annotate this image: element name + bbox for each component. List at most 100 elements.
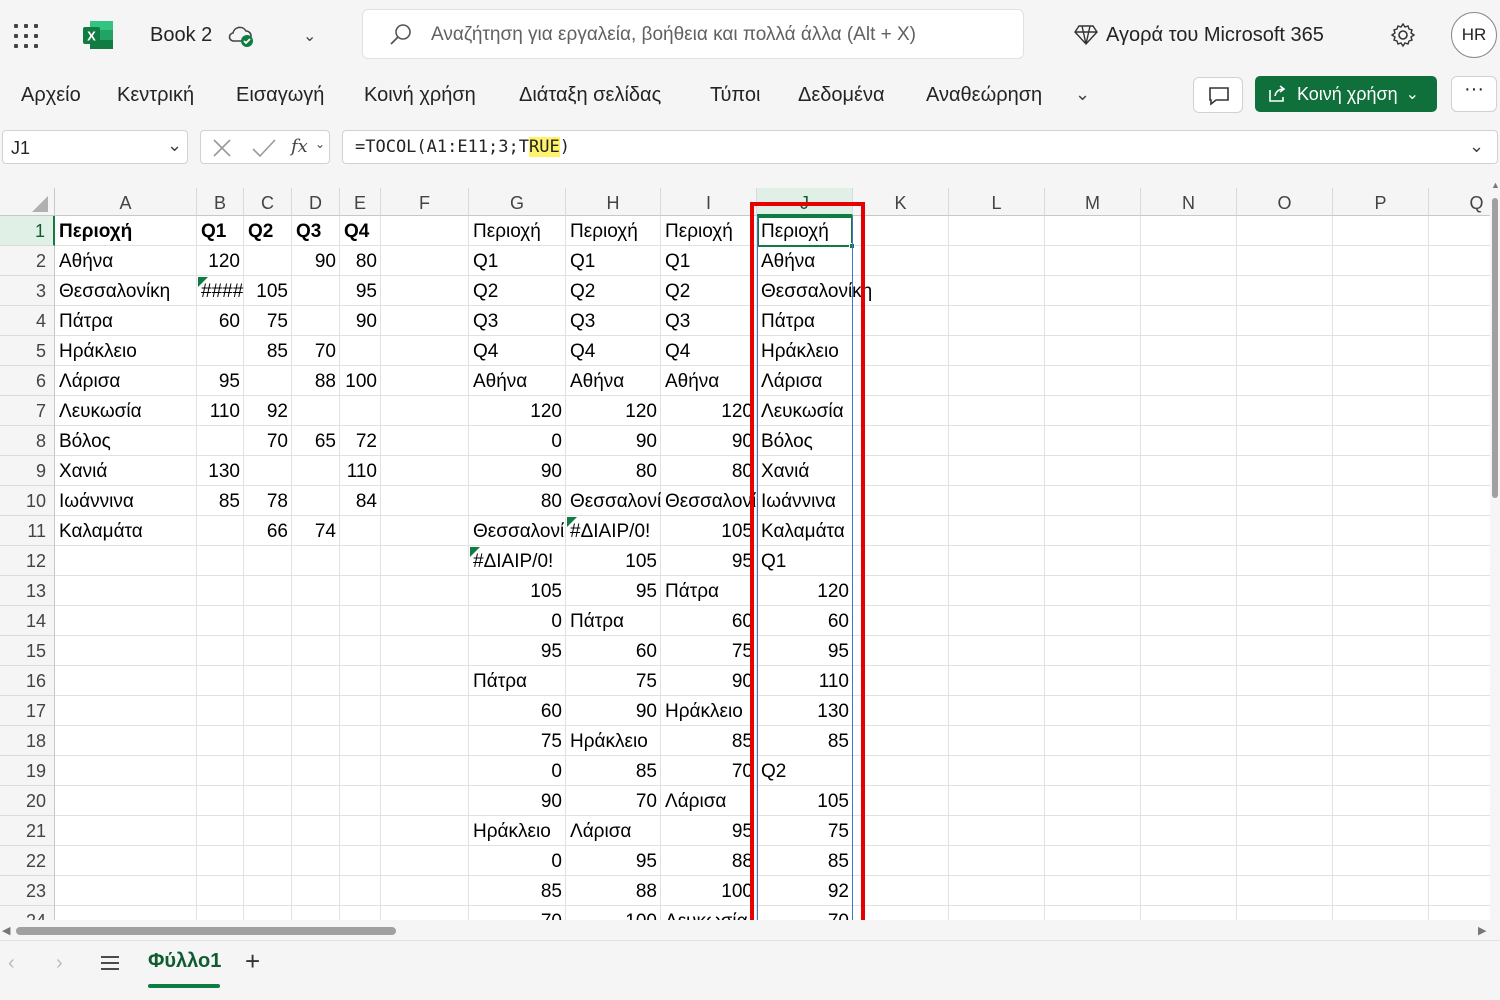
cell-a8[interactable]: Βόλος (55, 426, 197, 456)
column-header-b[interactable]: B (197, 188, 244, 216)
cell-j20[interactable]: 105 (757, 786, 853, 816)
cell-i19[interactable]: 70 (661, 756, 757, 786)
row-header-23[interactable]: 23 (0, 876, 55, 906)
cell-a11[interactable]: Καλαμάτα (55, 516, 197, 546)
cell-c7[interactable]: 92 (244, 396, 292, 426)
saved-cloud-icon[interactable] (228, 24, 256, 48)
tab-insert[interactable]: Εισαγωγή (236, 84, 324, 107)
cell-g21[interactable]: Ηράκλειο (469, 816, 566, 846)
scroll-up-arrow-icon[interactable]: ▲ (1491, 180, 1500, 190)
column-header-f[interactable]: F (381, 188, 469, 216)
cell-c11[interactable]: 66 (244, 516, 292, 546)
cell-j7[interactable]: Λευκωσία (757, 396, 853, 426)
row-header-19[interactable]: 19 (0, 756, 55, 786)
cell-b1[interactable]: Q1 (197, 216, 244, 246)
cell-j8[interactable]: Βόλος (757, 426, 853, 456)
column-header-p[interactable]: P (1333, 188, 1429, 216)
cell-g3[interactable]: Q2 (469, 276, 566, 306)
settings-gear-icon[interactable] (1390, 22, 1416, 48)
cell-j2[interactable]: Αθήνα (757, 246, 853, 276)
cell-h20[interactable]: 70 (566, 786, 661, 816)
cell-i8[interactable]: 90 (661, 426, 757, 456)
cell-j19[interactable]: Q2 (757, 756, 853, 786)
cell-j10[interactable]: Ιωάννινα (757, 486, 853, 516)
cell-g22[interactable]: 0 (469, 846, 566, 876)
cell-g16[interactable]: Πάτρα (469, 666, 566, 696)
cell-b2[interactable]: 120 (197, 246, 244, 276)
cell-j11[interactable]: Καλαμάτα (757, 516, 853, 546)
cell-g5[interactable]: Q4 (469, 336, 566, 366)
cell-j5[interactable]: Ηράκλειο (757, 336, 853, 366)
column-header-a[interactable]: A (55, 188, 197, 216)
cell-b4[interactable]: 60 (197, 306, 244, 336)
fx-chevron-icon[interactable]: ⌄ (315, 137, 325, 151)
row-header-7[interactable]: 7 (0, 396, 55, 426)
row-header-16[interactable]: 16 (0, 666, 55, 696)
cell-i15[interactable]: 75 (661, 636, 757, 666)
cell-a4[interactable]: Πάτρα (55, 306, 197, 336)
cell-h14[interactable]: Πάτρα (566, 606, 661, 636)
cell-g1[interactable]: Περιοχή (469, 216, 566, 246)
cell-i18[interactable]: 85 (661, 726, 757, 756)
formula-input[interactable]: =TOCOL(A1:E11;3;TRUE) ⌄ (342, 130, 1498, 164)
cell-h7[interactable]: 120 (566, 396, 661, 426)
cell-j6[interactable]: Λάρισα (757, 366, 853, 396)
row-header-5[interactable]: 5 (0, 336, 55, 366)
tab-review[interactable]: Αναθεώρηση (926, 84, 1042, 107)
cell-h17[interactable]: 90 (566, 696, 661, 726)
tab-data[interactable]: Δεδομένα (798, 84, 885, 107)
row-header-20[interactable]: 20 (0, 786, 55, 816)
cell-i13[interactable]: Πάτρα (661, 576, 757, 606)
cell-h5[interactable]: Q4 (566, 336, 661, 366)
cell-i17[interactable]: Ηράκλειο (661, 696, 757, 726)
cell-h19[interactable]: 85 (566, 756, 661, 786)
cell-d11[interactable]: 74 (292, 516, 340, 546)
select-all-corner[interactable] (0, 188, 55, 216)
cell-h13[interactable]: 95 (566, 576, 661, 606)
cell-a2[interactable]: Αθήνα (55, 246, 197, 276)
row-header-6[interactable]: 6 (0, 366, 55, 396)
column-header-h[interactable]: H (566, 188, 661, 216)
more-tabs-chevron-icon[interactable]: ⌄ (1075, 84, 1090, 105)
cell-i2[interactable]: Q1 (661, 246, 757, 276)
column-header-i[interactable]: I (661, 188, 757, 216)
cell-e3[interactable]: 95 (340, 276, 381, 306)
cell-h3[interactable]: Q2 (566, 276, 661, 306)
tab-file[interactable]: Αρχείο (21, 84, 81, 107)
cell-i24[interactable]: Λευκωσία (661, 906, 757, 920)
cell-d6[interactable]: 88 (292, 366, 340, 396)
cell-i16[interactable]: 90 (661, 666, 757, 696)
cell-i6[interactable]: Αθήνα (661, 366, 757, 396)
cell-a6[interactable]: Λάρισα (55, 366, 197, 396)
error-indicator-icon[interactable] (567, 517, 577, 527)
workbook-title[interactable]: Book 2 (150, 24, 212, 47)
row-header-14[interactable]: 14 (0, 606, 55, 636)
cell-g19[interactable]: 0 (469, 756, 566, 786)
all-sheets-menu-icon[interactable] (100, 955, 120, 971)
cell-g12[interactable]: #ΔΙΑΙΡ/0! (469, 546, 566, 576)
cell-g11[interactable]: Θεσσαλονί (469, 516, 566, 546)
cell-g17[interactable]: 60 (469, 696, 566, 726)
cell-g10[interactable]: 80 (469, 486, 566, 516)
share-button[interactable]: Κοινή χρήση ⌄ (1255, 76, 1437, 112)
add-sheet-button[interactable]: + (245, 946, 260, 977)
name-box-chevron-icon[interactable]: ⌄ (167, 135, 182, 156)
cell-h22[interactable]: 95 (566, 846, 661, 876)
cell-c3[interactable]: 105 (244, 276, 292, 306)
next-sheet-icon[interactable]: › (56, 952, 63, 975)
cell-h16[interactable]: 75 (566, 666, 661, 696)
cell-h21[interactable]: Λάρισα (566, 816, 661, 846)
column-header-c[interactable]: C (244, 188, 292, 216)
horizontal-scrollbar[interactable]: ◀ ▶ (0, 920, 1500, 940)
tab-home[interactable]: Κεντρική (117, 84, 194, 107)
app-launcher-icon[interactable] (14, 24, 38, 48)
row-header-3[interactable]: 3 (0, 276, 55, 306)
cell-j14[interactable]: 60 (757, 606, 853, 636)
cell-i10[interactable]: Θεσσαλονί (661, 486, 757, 516)
cell-g6[interactable]: Αθήνα (469, 366, 566, 396)
cell-i21[interactable]: 95 (661, 816, 757, 846)
cell-i23[interactable]: 100 (661, 876, 757, 906)
cell-a10[interactable]: Ιωάννινα (55, 486, 197, 516)
vertical-scroll-thumb[interactable] (1492, 198, 1498, 498)
row-header-9[interactable]: 9 (0, 456, 55, 486)
